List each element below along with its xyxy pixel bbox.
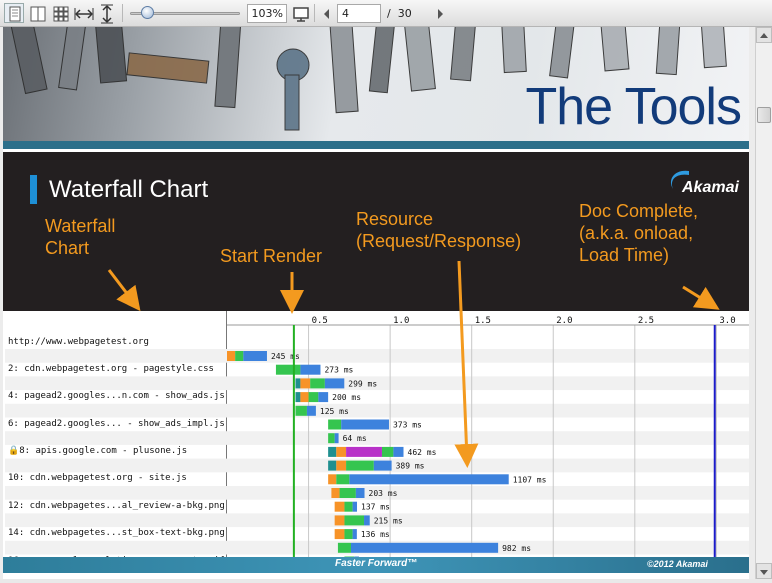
request-bar-segment xyxy=(331,488,340,498)
request-duration-label: 136 ms xyxy=(361,530,390,539)
annotation-resource: Resource (Request/Response) xyxy=(356,209,522,251)
request-duration-label: 203 ms xyxy=(369,489,398,498)
slide-page: The Tools Waterfall Chart Akamai Waterfa… xyxy=(3,27,749,579)
fit-width-icon[interactable] xyxy=(73,3,94,23)
request-bar-segment xyxy=(337,542,351,553)
request-bar-segment xyxy=(341,419,389,430)
request-bar-segment xyxy=(306,405,316,416)
presentation-icon[interactable] xyxy=(290,3,310,23)
request-bar-segment xyxy=(352,529,357,540)
request-bar-segment xyxy=(346,460,374,471)
scroll-down-button[interactable] xyxy=(756,563,772,579)
thumbnails-icon[interactable] xyxy=(50,3,70,23)
request-duration-label: 373 ms xyxy=(393,421,422,430)
scroll-up-button[interactable] xyxy=(756,27,772,43)
request-duration-label: 200 ms xyxy=(332,393,361,402)
tools-banner-image: The Tools xyxy=(3,27,749,149)
request-bar-segment xyxy=(364,515,370,526)
request-duration-label: 273 ms xyxy=(324,366,353,375)
request-duration-label: 389 ms xyxy=(396,462,425,471)
request-bar-segment xyxy=(352,501,358,512)
waterfall-chart: http://www.webpagetest.org1: www.webpage… xyxy=(5,311,749,557)
prev-page-icon[interactable] xyxy=(316,3,336,23)
viewer-toolbar: / 30 xyxy=(0,0,772,27)
akamai-logo-text: Akamai xyxy=(682,179,739,196)
request-bar-segment xyxy=(349,474,509,485)
request-bar-segment xyxy=(336,474,350,485)
request-duration-label: 1107 ms xyxy=(513,475,547,484)
request-bar-segment xyxy=(295,405,307,416)
zoom-slider-thumb[interactable] xyxy=(141,6,154,19)
zoom-field[interactable] xyxy=(247,4,287,23)
request-duration-label: 125 ms xyxy=(320,407,349,416)
request-bar-segment xyxy=(334,501,345,512)
two-page-icon[interactable] xyxy=(27,3,47,23)
request-bar-segment xyxy=(295,392,301,403)
annotation-doc-complete: Doc Complete, (a.k.a. onload, Load Time) xyxy=(579,201,699,265)
request-bar-segment xyxy=(243,351,267,361)
request-bar-segment xyxy=(381,446,394,457)
title-accent-bar xyxy=(30,175,37,204)
page-total-label: / 30 xyxy=(387,7,412,20)
annotation-start-render: Start Render xyxy=(220,246,323,266)
request-bar-segment xyxy=(334,433,339,444)
request-bar-segment xyxy=(344,501,353,512)
footer-copyright: ©2012 Akamai xyxy=(647,559,708,569)
single-page-icon[interactable] xyxy=(4,3,24,23)
request-duration-label: 137 ms xyxy=(361,503,390,512)
waterfall-plot: 0.5 1.0 1.5 2.0 2.5 3.0245 ms273 ms299 ms200 … xyxy=(5,316,749,557)
request-bar-segment xyxy=(328,460,337,471)
request-bar-segment xyxy=(346,446,382,457)
request-bar-segment xyxy=(334,529,345,540)
request-bar-segment xyxy=(373,460,392,471)
request-bar-segment xyxy=(328,446,337,457)
slide-footer: Faster Forward™ ©2012 Akamai xyxy=(3,557,749,573)
request-duration-label: 462 ms xyxy=(408,448,437,457)
vertical-scrollbar[interactable] xyxy=(755,27,772,579)
request-bar-segment xyxy=(275,364,301,375)
banner-title: The Tools xyxy=(525,78,742,136)
request-bar-segment xyxy=(336,460,347,471)
request-bar-segment xyxy=(324,378,345,389)
request-bar-segment xyxy=(227,351,236,361)
request-bar-segment xyxy=(344,529,353,540)
request-bar-segment xyxy=(393,446,404,457)
request-bar-segment xyxy=(300,378,311,389)
request-bar-segment xyxy=(318,392,329,403)
request-bar-segment xyxy=(336,446,347,457)
row-background xyxy=(5,349,749,363)
request-duration-label: 245 ms xyxy=(271,352,300,361)
request-bar-segment xyxy=(355,488,365,498)
request-bar-segment xyxy=(300,364,321,375)
request-bar-segment xyxy=(300,392,309,403)
request-duration-label: 982 ms xyxy=(502,544,531,553)
request-bar-segment xyxy=(295,378,301,389)
request-bar-segment xyxy=(310,378,325,389)
request-duration-label: 215 ms xyxy=(374,516,403,525)
request-bar-segment xyxy=(328,419,342,430)
page-number-field[interactable] xyxy=(337,4,381,23)
request-bar-segment xyxy=(328,474,337,485)
annotation-waterfall: Waterfall Chart xyxy=(45,216,116,258)
fit-height-icon[interactable] xyxy=(96,3,116,24)
next-page-icon[interactable] xyxy=(429,3,449,23)
row-background xyxy=(5,431,749,445)
request-bar-segment xyxy=(308,392,319,403)
request-duration-label: 64 ms xyxy=(343,434,367,443)
scroll-thumb[interactable] xyxy=(757,107,771,123)
banner-divider xyxy=(3,141,749,149)
request-bar-segment xyxy=(344,515,365,526)
request-bar-segment xyxy=(339,488,356,498)
request-bar-segment xyxy=(350,542,499,553)
request-duration-label: 299 ms xyxy=(348,379,377,388)
request-bar-segment xyxy=(334,515,345,526)
request-bar-segment xyxy=(235,351,244,361)
footer-tagline: Faster Forward™ xyxy=(335,558,418,569)
slide-title: Waterfall Chart xyxy=(49,176,209,203)
request-bar-segment xyxy=(328,433,335,444)
row-background xyxy=(5,403,749,418)
